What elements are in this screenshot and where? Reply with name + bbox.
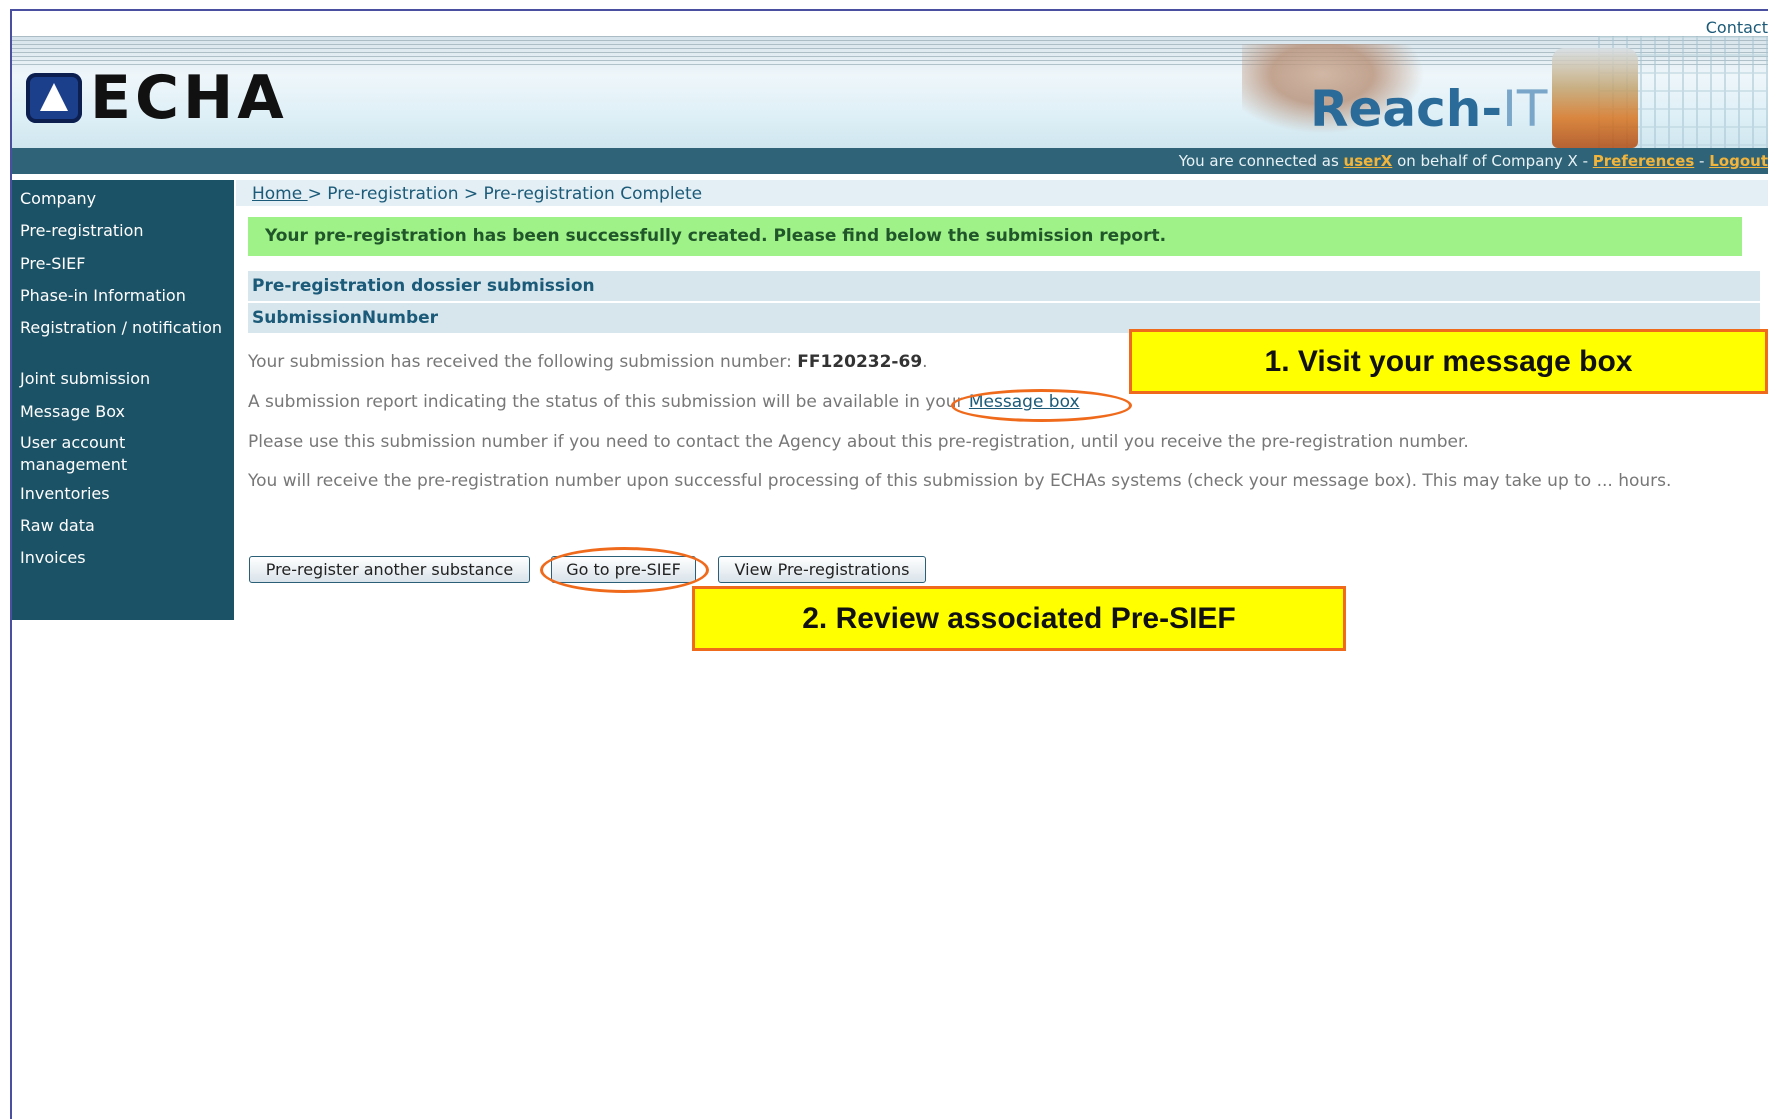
sidebar-item-pre-sief[interactable]: Pre-SIEF <box>12 253 234 275</box>
section-header-dossier-submission: Pre-registration dossier submission <box>248 271 1760 301</box>
message-box-text: A submission report indicating the statu… <box>248 392 969 412</box>
sidebar-item-invoices[interactable]: Invoices <box>12 547 234 569</box>
sidebar-item-company[interactable]: Company <box>12 188 234 210</box>
submission-number-text: Your submission has received the followi… <box>248 352 798 372</box>
preregister-another-button[interactable]: Pre-register another substance <box>249 556 530 583</box>
status-bar: You are connected as userX on behalf of … <box>12 148 1768 174</box>
breadcrumb-home-link[interactable]: Home <box>252 184 308 204</box>
sidebar-item-phase-in-information[interactable]: Phase-in Information <box>12 285 234 307</box>
submission-number-value: FF120232-69 <box>797 352 923 372</box>
sidebar-item-message-box[interactable]: Message Box <box>12 401 234 423</box>
sidebar-item-inventories[interactable]: Inventories <box>12 483 234 505</box>
echa-logo-text: ECHA <box>90 63 288 133</box>
processing-info-paragraph: You will receive the pre-registration nu… <box>248 471 1672 491</box>
submission-number-paragraph: Your submission has received the followi… <box>248 352 928 372</box>
sidebar-item-user-account-management[interactable]: User account management <box>12 432 234 476</box>
status-separator: - <box>1694 152 1710 170</box>
banner-stripes <box>12 36 1768 66</box>
status-prefix: You are connected as <box>1178 152 1344 170</box>
submission-number-period: . <box>922 352 928 372</box>
contact-link[interactable]: Contact <box>1706 18 1768 37</box>
reach-it-logo-reach: Reach- <box>1310 80 1503 138</box>
reach-it-logo-it: IT <box>1502 80 1548 138</box>
reach-it-logo: Reach-IT <box>1310 80 1547 138</box>
user-link[interactable]: userX <box>1344 152 1393 170</box>
sidebar-item-raw-data[interactable]: Raw data <box>12 515 234 537</box>
sidebar-item-registration-notification[interactable]: Registration / notification <box>12 317 234 339</box>
echa-logo-icon <box>26 73 82 123</box>
echa-logo[interactable]: ECHA <box>26 68 288 128</box>
sidebar: Company Pre-registration Pre-SIEF Phase-… <box>12 180 234 620</box>
sidebar-item-joint-submission[interactable]: Joint submission <box>12 368 234 390</box>
message-box-paragraph: A submission report indicating the statu… <box>248 392 1080 412</box>
logout-link[interactable]: Logout <box>1709 152 1768 170</box>
breadcrumb: Home > Pre-registration > Pre-registrati… <box>252 184 702 204</box>
message-box-link[interactable]: Message box <box>969 392 1080 412</box>
go-to-presief-button[interactable]: Go to pre-SIEF <box>551 556 696 583</box>
preferences-link[interactable]: Preferences <box>1593 152 1695 170</box>
callout-visit-message-box: 1. Visit your message box <box>1129 329 1768 394</box>
flask-image <box>1552 48 1638 148</box>
breadcrumb-rest: > Pre-registration > Pre-registration Co… <box>307 184 703 204</box>
status-middle: on behalf of Company X - <box>1392 152 1593 170</box>
sidebar-item-pre-registration[interactable]: Pre-registration <box>12 220 234 242</box>
callout-review-presief: 2. Review associated Pre-SIEF <box>692 586 1346 651</box>
view-preregistrations-button[interactable]: View Pre-registrations <box>718 556 926 583</box>
success-message: Your pre-registration has been successfu… <box>248 217 1742 256</box>
header-banner: ECHA Reach-IT <box>12 36 1768 148</box>
contact-agency-paragraph: Please use this submission number if you… <box>248 432 1469 452</box>
